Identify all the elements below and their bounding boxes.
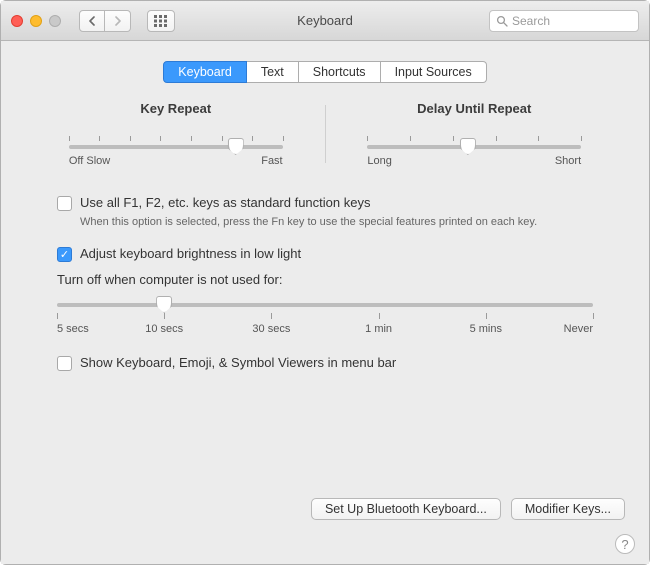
key-repeat-right-label: Fast [261, 155, 282, 167]
timeout-slider[interactable]: 5 secs10 secs30 secs1 min5 minsNever [57, 303, 593, 337]
forward-button[interactable] [105, 10, 131, 32]
timeout-labels: 5 secs10 secs30 secs1 min5 minsNever [57, 323, 593, 337]
viewers-checkbox[interactable] [57, 356, 72, 371]
timeout-label: Turn off when computer is not used for: [57, 272, 593, 287]
timeout-thumb[interactable] [156, 296, 172, 313]
search-placeholder: Search [512, 14, 550, 28]
tab-shortcuts[interactable]: Shortcuts [299, 61, 381, 83]
tab-text[interactable]: Text [247, 61, 299, 83]
key-repeat-thumb[interactable] [228, 138, 244, 155]
toolbar: Keyboard Search [1, 1, 649, 41]
fn-keys-checkbox[interactable] [57, 196, 72, 211]
maximize-icon [49, 15, 61, 27]
modifier-keys-button[interactable]: Modifier Keys... [511, 498, 625, 520]
timeout-ticks [57, 313, 593, 321]
key-repeat-section: Key Repeat Off Slow Fast [27, 101, 325, 167]
tab-input-sources[interactable]: Input Sources [381, 61, 487, 83]
delay-repeat-thumb[interactable] [460, 138, 476, 155]
grid-icon [154, 15, 168, 27]
tab-bar: Keyboard Text Shortcuts Input Sources [19, 61, 631, 83]
search-input[interactable]: Search [489, 10, 639, 32]
delay-repeat-slider[interactable] [367, 145, 581, 149]
fn-keys-sublabel: When this option is selected, press the … [80, 215, 593, 230]
bluetooth-button[interactable]: Set Up Bluetooth Keyboard... [311, 498, 501, 520]
delay-repeat-title: Delay Until Repeat [356, 101, 594, 116]
key-repeat-slider[interactable] [69, 145, 283, 149]
delay-repeat-right-label: Short [555, 155, 581, 167]
minimize-icon[interactable] [30, 15, 42, 27]
back-button[interactable] [79, 10, 105, 32]
close-icon[interactable] [11, 15, 23, 27]
delay-repeat-left-label: Long [367, 155, 391, 167]
show-all-button[interactable] [147, 10, 175, 32]
window-controls [11, 15, 61, 27]
viewers-label: Show Keyboard, Emoji, & Symbol Viewers i… [80, 355, 396, 370]
key-repeat-ticks [69, 136, 283, 143]
fn-keys-label: Use all F1, F2, etc. keys as standard fu… [80, 195, 370, 210]
brightness-label: Adjust keyboard brightness in low light [80, 246, 301, 261]
delay-repeat-section: Delay Until Repeat Long Short [326, 101, 624, 167]
nav-buttons [79, 10, 131, 32]
key-repeat-left-label: Off Slow [69, 155, 110, 167]
content-area: Keyboard Text Shortcuts Input Sources Ke… [1, 41, 649, 564]
key-repeat-title: Key Repeat [57, 101, 295, 116]
help-button[interactable]: ? [615, 534, 635, 554]
search-icon [496, 15, 508, 27]
keyboard-panel: Key Repeat Off Slow Fast Delay Until Rep… [19, 101, 631, 371]
brightness-checkbox[interactable]: ✓ [57, 247, 72, 262]
button-row: Set Up Bluetooth Keyboard... Modifier Ke… [311, 498, 625, 520]
tab-keyboard[interactable]: Keyboard [163, 61, 247, 83]
